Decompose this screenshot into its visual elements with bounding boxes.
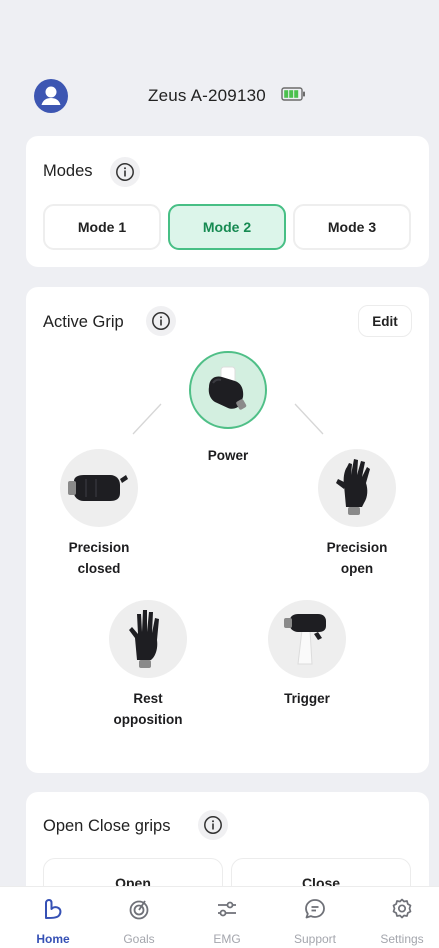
home-arm-icon	[45, 899, 62, 919]
precision-closed-hand-icon	[68, 475, 128, 501]
right-connector-line	[294, 403, 324, 435]
grip-trigger[interactable]	[268, 600, 346, 678]
device-name: Zeus A-209130	[148, 86, 266, 105]
grip-precision-open-line1: Precision	[326, 540, 388, 555]
nav-emg[interactable]: EMG	[187, 887, 267, 948]
modes-title: Modes	[43, 162, 93, 180]
nav-home-label: Home	[36, 932, 70, 946]
grip-precision-open[interactable]	[318, 449, 396, 527]
grip-rest-opposition-label: Rest opposition	[88, 688, 208, 730]
grip-rest-opposition-line1: Rest	[133, 691, 163, 706]
nav-settings[interactable]: Settings	[362, 887, 439, 948]
battery-icon	[281, 87, 306, 101]
grip-precision-closed-label: Precision closed	[39, 537, 159, 579]
device-header: Zeus A-209130	[0, 70, 439, 120]
grip-rest-opposition-line2: opposition	[113, 712, 183, 727]
goals-target-icon	[129, 900, 149, 920]
active-grip-card: Active Grip Edit Power Precision closed …	[26, 287, 429, 773]
precision-open-hand-icon	[336, 459, 370, 515]
nav-emg-label: EMG	[213, 932, 241, 946]
nav-goals[interactable]: Goals	[99, 887, 179, 948]
mode-2-button[interactable]: Mode 2	[168, 204, 286, 250]
settings-gear-icon	[392, 898, 412, 919]
grip-trigger-label: Trigger	[284, 691, 330, 706]
active-grip-info-icon[interactable]	[146, 306, 176, 336]
grip-power[interactable]	[189, 351, 267, 429]
nav-goals-label: Goals	[123, 932, 155, 946]
bottom-navigation: Home Goals EMG Support Settings	[0, 886, 439, 948]
left-connector-line	[132, 403, 162, 435]
support-chat-icon	[305, 899, 325, 919]
grip-precision-open-label: Precision open	[297, 537, 417, 579]
grip-precision-open-line2: open	[340, 561, 374, 576]
open-close-title: Open Close grips	[43, 817, 171, 835]
modes-card: Modes Mode 1 Mode 2 Mode 3	[26, 136, 429, 267]
active-grip-title: Active Grip	[43, 313, 124, 331]
open-close-info-icon[interactable]	[198, 810, 228, 840]
mode-3-button[interactable]: Mode 3	[293, 204, 411, 250]
user-avatar-icon[interactable]	[34, 79, 68, 113]
nav-home[interactable]: Home	[13, 887, 93, 948]
grip-precision-closed-line1: Precision	[68, 540, 130, 555]
grip-precision-closed[interactable]	[60, 449, 138, 527]
rest-opposition-hand-icon	[129, 610, 159, 668]
edit-grips-button[interactable]: Edit	[358, 305, 412, 337]
trigger-grip-hand-icon	[284, 614, 326, 665]
power-grip-hand-icon	[208, 366, 247, 410]
nav-settings-label: Settings	[380, 932, 424, 946]
grip-power-label: Power	[207, 448, 249, 463]
modes-info-icon[interactable]	[110, 157, 140, 187]
mode-1-button[interactable]: Mode 1	[43, 204, 161, 250]
nav-support-label: Support	[293, 932, 337, 946]
emg-sliders-icon	[218, 901, 236, 917]
grip-precision-closed-line2: closed	[77, 561, 121, 576]
grip-rest-opposition[interactable]	[109, 600, 187, 678]
nav-support[interactable]: Support	[275, 887, 355, 948]
